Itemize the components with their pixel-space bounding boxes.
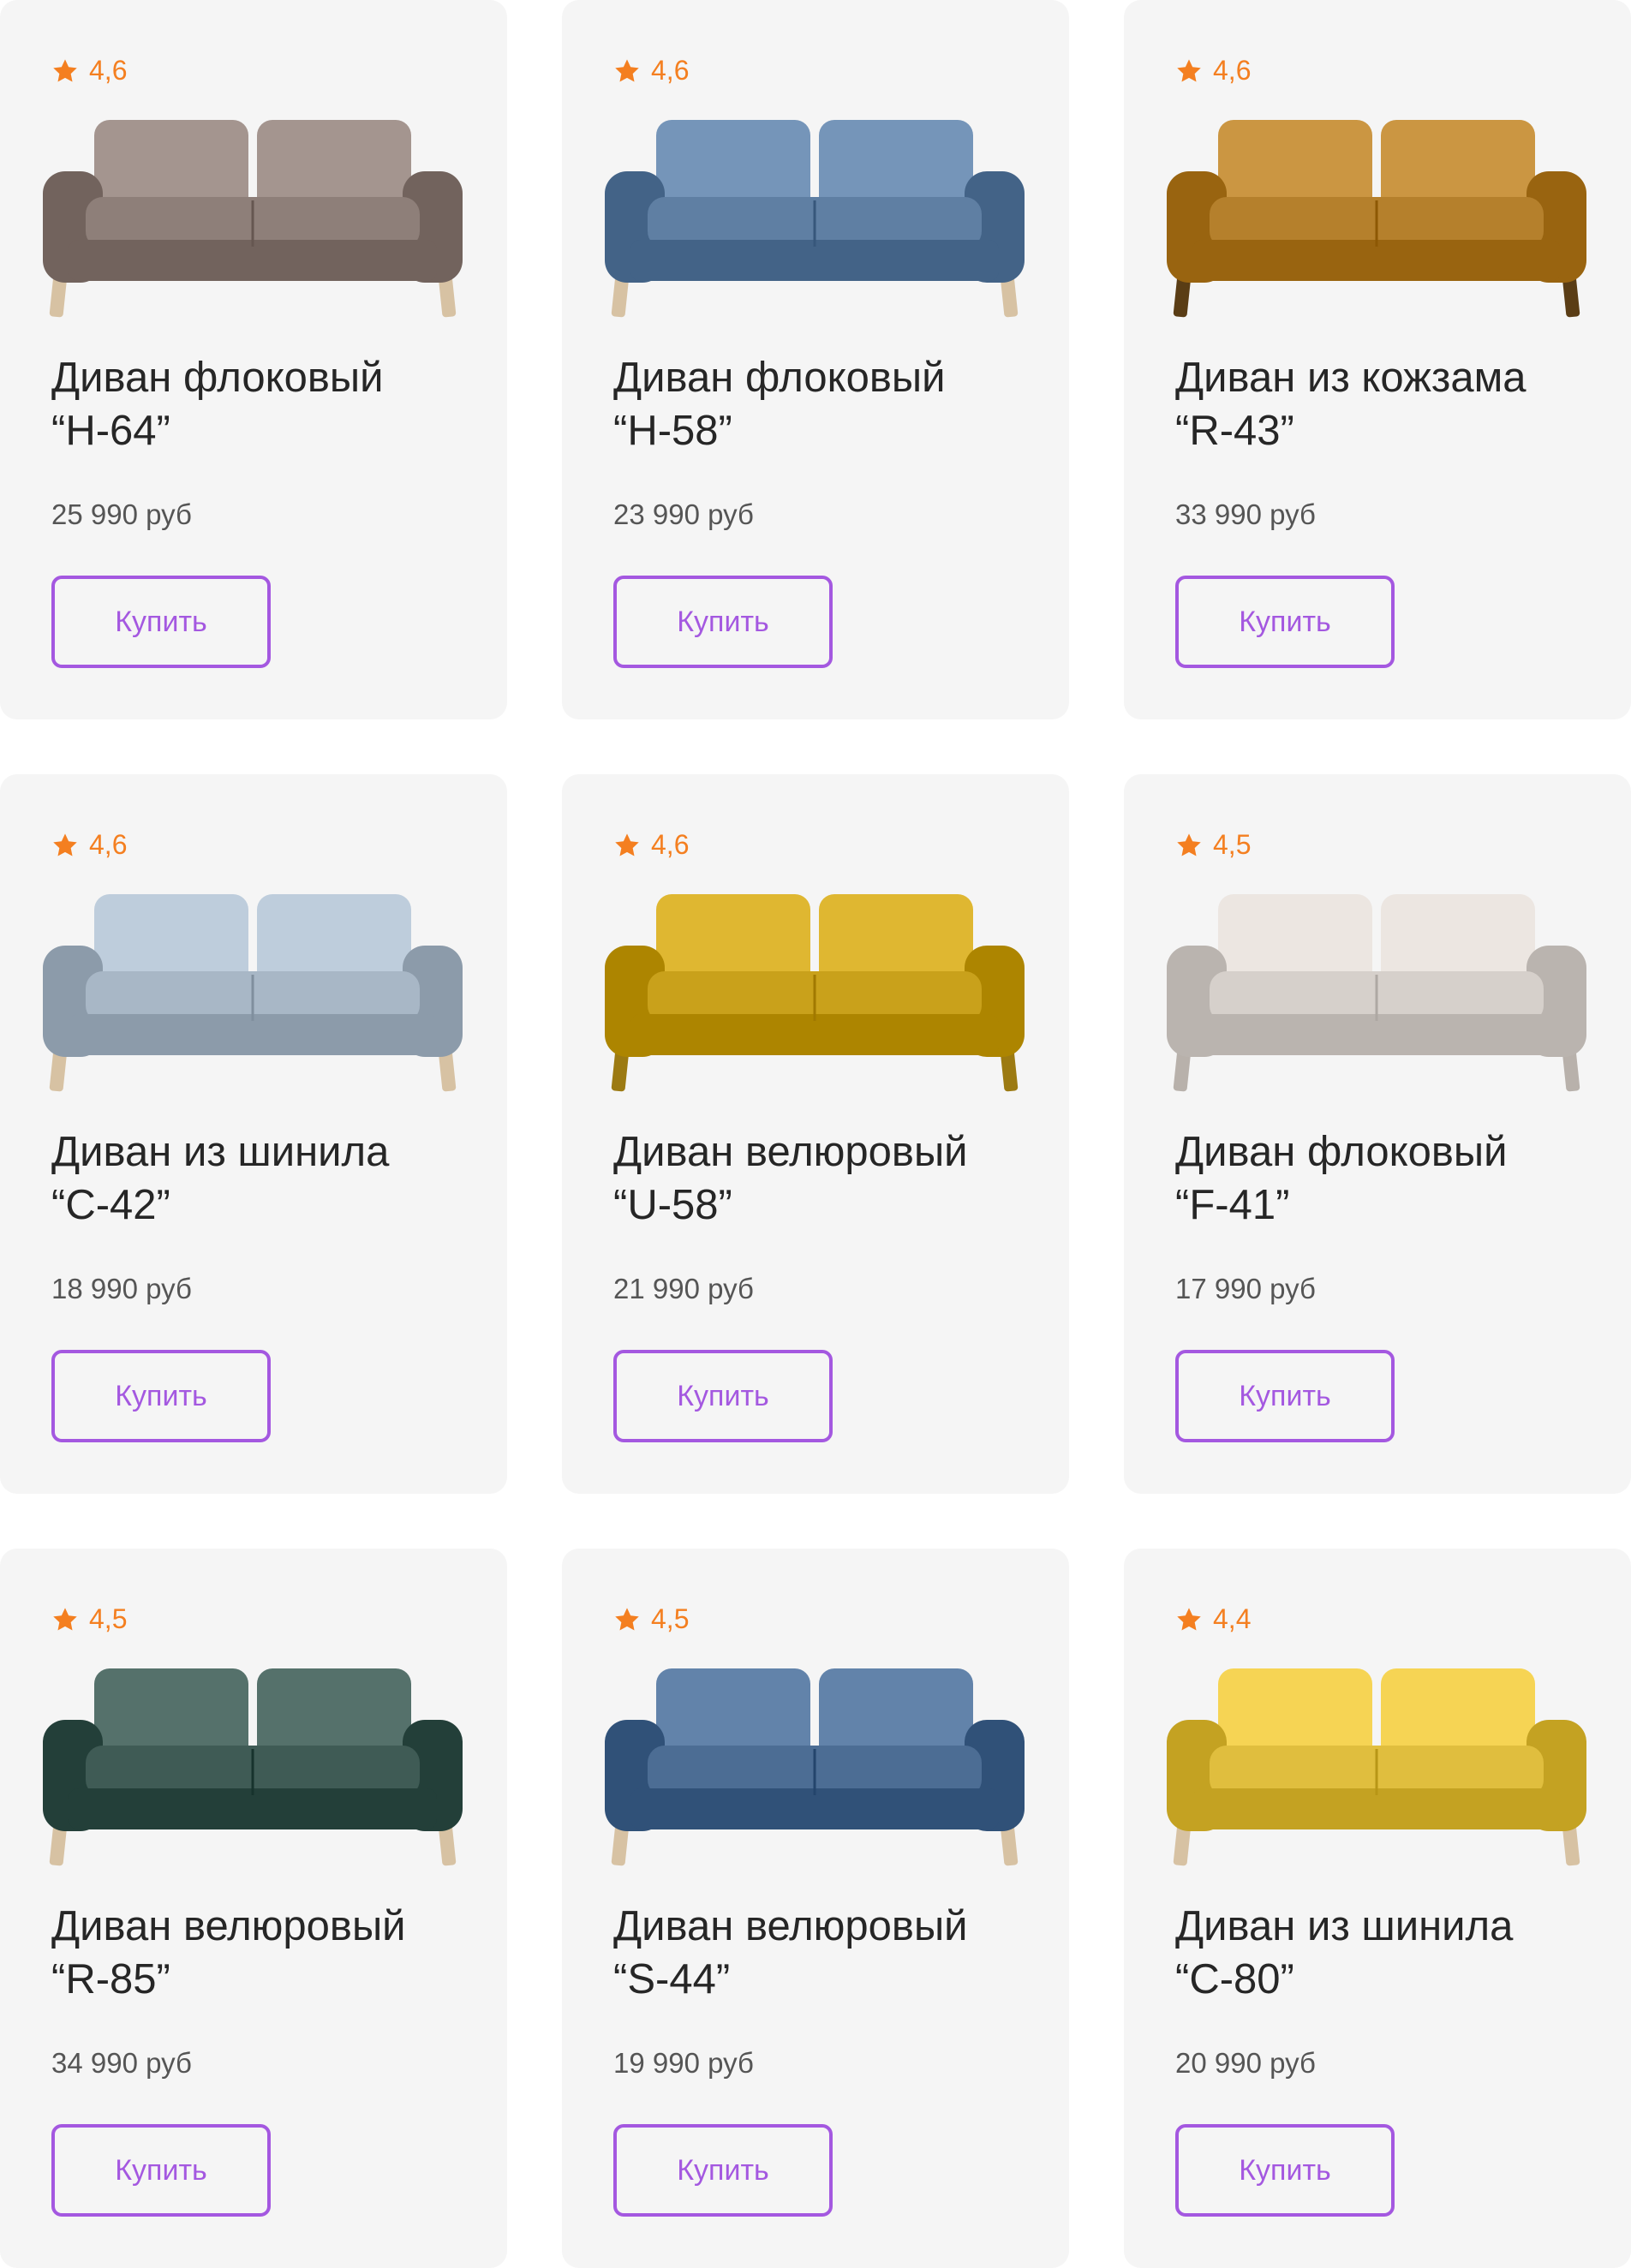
product-price: 33 990 руб bbox=[1175, 498, 1316, 530]
product-grid: 4,6 Диван флоковый “H-64” 25 990 руб Куп… bbox=[0, 0, 1631, 2268]
buy-button[interactable]: Купить bbox=[613, 2124, 833, 2217]
sofa-image[interactable] bbox=[1158, 868, 1595, 1108]
product-card: 4,4 Диван из шинила “C-80” 20 990 руб Ку… bbox=[1124, 1549, 1631, 2268]
star-icon bbox=[613, 1606, 641, 1633]
sofa-image[interactable] bbox=[1158, 1643, 1595, 1883]
buy-button[interactable]: Купить bbox=[1175, 1350, 1395, 1442]
sofa-image[interactable] bbox=[1158, 94, 1595, 334]
rating: 4,5 bbox=[51, 1603, 127, 1635]
star-icon bbox=[51, 832, 79, 859]
rating: 4,6 bbox=[613, 55, 689, 87]
product-title[interactable]: Диван велюровый “U-58” bbox=[613, 1125, 1042, 1232]
product-price: 18 990 руб bbox=[51, 1273, 192, 1304]
rating-value: 4,5 bbox=[89, 1603, 128, 1634]
rating-value: 4,6 bbox=[89, 55, 128, 86]
product-price: 17 990 руб bbox=[1175, 1273, 1316, 1304]
product-card: 4,6 Диван из кожзама “R-43” 33 990 руб К… bbox=[1124, 0, 1631, 719]
buy-button[interactable]: Купить bbox=[51, 576, 271, 668]
star-icon bbox=[51, 57, 79, 85]
rating-value: 4,4 bbox=[1213, 1603, 1252, 1634]
rating: 4,5 bbox=[1175, 829, 1251, 861]
product-card: 4,5 Диван велюровый “S-44” 19 990 руб Ку… bbox=[562, 1549, 1069, 2268]
sofa-image[interactable] bbox=[596, 94, 1033, 334]
star-icon bbox=[1175, 1606, 1203, 1633]
star-icon bbox=[613, 57, 641, 85]
rating-value: 4,5 bbox=[1213, 829, 1252, 860]
product-title[interactable]: Диван флоковый “F-41” bbox=[1175, 1125, 1604, 1232]
product-title[interactable]: Диван велюровый “S-44” bbox=[613, 1900, 1042, 2006]
product-card: 4,6 Диван флоковый “H-58” 23 990 руб Куп… bbox=[562, 0, 1069, 719]
product-card: 4,6 Диван велюровый “U-58” 21 990 руб Ку… bbox=[562, 774, 1069, 1494]
rating-value: 4,6 bbox=[651, 55, 690, 86]
rating-value: 4,6 bbox=[651, 829, 690, 860]
product-price: 25 990 руб bbox=[51, 498, 192, 530]
buy-button[interactable]: Купить bbox=[613, 576, 833, 668]
product-card: 4,6 Диван из шинила “C-42” 18 990 руб Ку… bbox=[0, 774, 507, 1494]
rating: 4,6 bbox=[1175, 55, 1251, 87]
product-price: 19 990 руб bbox=[613, 2047, 754, 2079]
product-price: 21 990 руб bbox=[613, 1273, 754, 1304]
rating-value: 4,6 bbox=[1213, 55, 1252, 86]
buy-button[interactable]: Купить bbox=[51, 2124, 271, 2217]
buy-button[interactable]: Купить bbox=[613, 1350, 833, 1442]
rating: 4,6 bbox=[51, 829, 127, 861]
buy-button[interactable]: Купить bbox=[51, 1350, 271, 1442]
sofa-image[interactable] bbox=[34, 94, 471, 334]
product-price: 20 990 руб bbox=[1175, 2047, 1316, 2079]
sofa-image[interactable] bbox=[34, 1643, 471, 1883]
product-price: 23 990 руб bbox=[613, 498, 754, 530]
star-icon bbox=[51, 1606, 79, 1633]
product-card: 4,5 Диван велюровый “R-85” 34 990 руб Ку… bbox=[0, 1549, 507, 2268]
product-price: 34 990 руб bbox=[51, 2047, 192, 2079]
product-card: 4,5 Диван флоковый “F-41” 17 990 руб Куп… bbox=[1124, 774, 1631, 1494]
star-icon bbox=[1175, 832, 1203, 859]
sofa-image[interactable] bbox=[596, 1643, 1033, 1883]
rating: 4,6 bbox=[51, 55, 127, 87]
product-card: 4,6 Диван флоковый “H-64” 25 990 руб Куп… bbox=[0, 0, 507, 719]
rating-value: 4,6 bbox=[89, 829, 128, 860]
sofa-image[interactable] bbox=[596, 868, 1033, 1108]
product-title[interactable]: Диван из шинила “C-80” bbox=[1175, 1900, 1604, 2006]
star-icon bbox=[1175, 57, 1203, 85]
product-title[interactable]: Диван из шинила “C-42” bbox=[51, 1125, 480, 1232]
product-title[interactable]: Диван из кожзама “R-43” bbox=[1175, 351, 1604, 457]
product-title[interactable]: Диван флоковый “H-64” bbox=[51, 351, 480, 457]
buy-button[interactable]: Купить bbox=[1175, 2124, 1395, 2217]
rating-value: 4,5 bbox=[651, 1603, 690, 1634]
rating: 4,4 bbox=[1175, 1603, 1251, 1635]
rating: 4,5 bbox=[613, 1603, 689, 1635]
sofa-image[interactable] bbox=[34, 868, 471, 1108]
buy-button[interactable]: Купить bbox=[1175, 576, 1395, 668]
star-icon bbox=[613, 832, 641, 859]
product-title[interactable]: Диван флоковый “H-58” bbox=[613, 351, 1042, 457]
product-title[interactable]: Диван велюровый “R-85” bbox=[51, 1900, 480, 2006]
rating: 4,6 bbox=[613, 829, 689, 861]
